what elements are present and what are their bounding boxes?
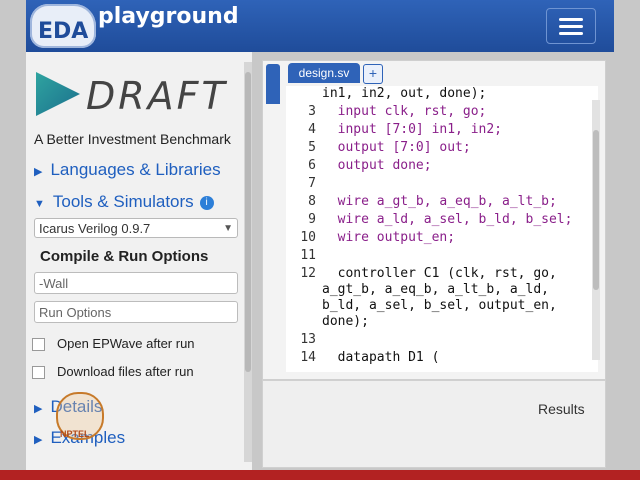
code-area[interactable]: in1, in2, out, done); 3 input clk, rst, …: [286, 86, 598, 372]
add-tab-button[interactable]: +: [363, 64, 383, 84]
tab-design-sv[interactable]: design.sv: [288, 63, 360, 83]
hamburger-menu-button[interactable]: [546, 8, 596, 44]
scroll-thumb[interactable]: [245, 72, 251, 372]
info-icon[interactable]: i: [199, 195, 214, 210]
chevron-right-icon: ▶: [34, 434, 43, 446]
sponsor-tagline: A Better Investment Benchmark: [34, 131, 231, 147]
compile-run-options-title: Compile & Run Options: [40, 248, 209, 265]
results-panel: [262, 380, 606, 468]
bottom-edge-bar: [0, 470, 640, 480]
simulator-select[interactable]: Icarus Verilog 0.9.7 ▼: [34, 218, 238, 238]
nav-label: Languages & Libraries: [50, 160, 221, 179]
code-line: 3 input clk, rst, go;: [308, 104, 487, 119]
nav-languages-libraries[interactable]: ▶ Languages & Libraries: [34, 160, 221, 180]
chevron-down-icon: ▼: [34, 198, 45, 210]
simulator-select-value: Icarus Verilog 0.9.7: [39, 221, 151, 236]
eda-logo-text: EDA: [38, 19, 89, 44]
compile-options-input[interactable]: -Wall: [34, 272, 238, 294]
code-line: 5 output [7:0] out;: [308, 140, 471, 155]
compile-options-value: -Wall: [39, 276, 69, 291]
code-line: 8 wire a_gt_b, a_eq_b, a_lt_b;: [308, 194, 557, 209]
checkbox-icon[interactable]: [32, 338, 45, 352]
download-files-checkbox[interactable]: Download files after run: [32, 364, 194, 380]
collapsed-tab[interactable]: [266, 64, 280, 104]
code-line: a_gt_b, a_eq_b, a_lt_b, a_ld,: [322, 282, 549, 297]
results-label: Results: [538, 401, 585, 417]
caret-down-icon: ▼: [223, 223, 233, 234]
brand-name[interactable]: playground: [98, 4, 239, 29]
nav-label: Tools & Simulators: [52, 192, 194, 211]
open-epwave-checkbox[interactable]: Open EPWave after run: [32, 336, 195, 352]
code-line: 12 controller C1 (clk, rst, go,: [300, 266, 557, 281]
checkbox-icon[interactable]: [32, 366, 45, 380]
code-line: 13: [300, 332, 316, 347]
code-line: 14 datapath D1 (: [300, 350, 440, 365]
code-line: in1, in2, out, done);: [322, 86, 487, 101]
eda-logo[interactable]: EDA: [30, 4, 96, 48]
code-line: 6 output done;: [308, 158, 432, 173]
code-line: 4 input [7:0] in1, in2;: [308, 122, 503, 137]
chevron-right-icon: ▶: [34, 166, 43, 178]
run-options-input[interactable]: Run Options: [34, 301, 238, 323]
code-line: 10 wire output_en;: [300, 230, 456, 245]
open-epwave-label: Open EPWave after run: [57, 336, 195, 351]
code-line: 9 wire a_ld, a_sel, b_ld, b_sel;: [308, 212, 573, 227]
scroll-thumb[interactable]: [593, 130, 599, 290]
hamburger-icon: [559, 32, 583, 35]
chevron-right-icon: ▶: [34, 403, 43, 415]
code-line: b_ld, a_sel, b_sel, output_en,: [322, 298, 557, 313]
nptel-watermark-text: NPTEL: [60, 429, 90, 439]
download-files-label: Download files after run: [57, 364, 194, 379]
sidebar-scrollbar[interactable]: [244, 62, 252, 462]
editor-scrollbar[interactable]: [592, 100, 600, 360]
nav-tools-simulators[interactable]: ▼ Tools & Simulators i: [34, 192, 214, 212]
run-options-placeholder: Run Options: [39, 305, 112, 320]
nptel-watermark-logo: NPTEL: [56, 392, 104, 440]
code-line: 11: [300, 248, 316, 263]
code-line: done);: [322, 314, 369, 329]
hamburger-icon: [559, 18, 583, 21]
hamburger-icon: [559, 25, 583, 28]
code-line: 7: [308, 176, 316, 191]
draft-logo-text: DRAFT: [86, 74, 228, 118]
